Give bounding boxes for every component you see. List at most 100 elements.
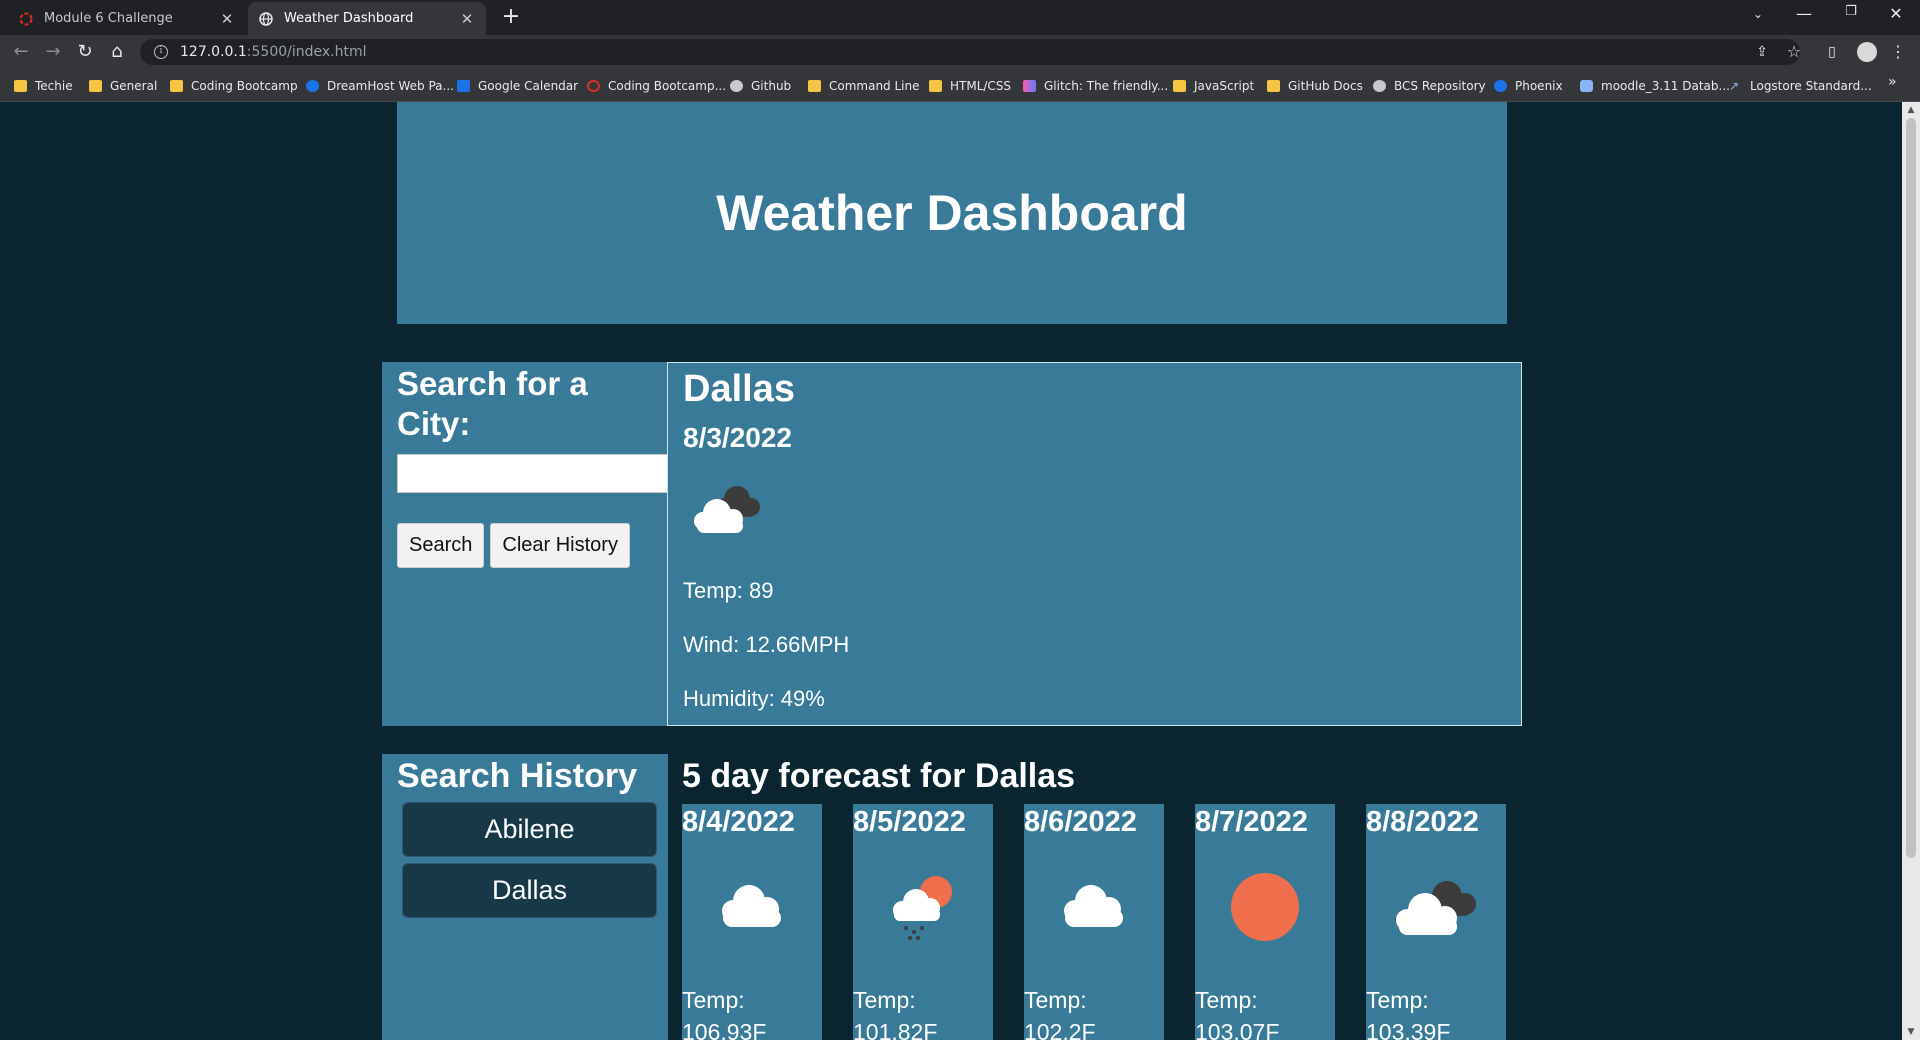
bookmarks-bar: Techie General Coding Bootcamp DreamHost…	[0, 69, 1920, 102]
bookmark-item[interactable]: Phoenix	[1494, 77, 1563, 95]
bookmark-label: JavaScript	[1194, 79, 1255, 93]
bookmark-label: Google Calendar	[478, 79, 579, 93]
share-icon[interactable]: ⇪	[1750, 40, 1774, 64]
close-icon[interactable]: ✕	[458, 10, 476, 28]
scroll-thumb[interactable]	[1906, 118, 1916, 858]
history-list: Abilene Dallas	[397, 802, 668, 918]
bookmark-label: Glitch: The friendly...	[1044, 79, 1169, 93]
info-icon[interactable]: i	[154, 45, 168, 59]
close-window-icon[interactable]: ✕	[1876, 4, 1916, 23]
bookmark-item[interactable]: BCS Repository	[1373, 77, 1486, 95]
forecast-temp: Temp: 103.39F	[1366, 987, 1451, 1040]
bookmark-item[interactable]: Coding Bootcamp	[170, 77, 298, 95]
forecast-date: 8/6/2022	[1024, 806, 1137, 838]
url-host: 127.0.0.1	[180, 44, 247, 60]
forecast-temp: Temp: 101.82F	[853, 987, 938, 1040]
bookmark-item[interactable]: General	[89, 77, 157, 95]
tab-module-6-challenge[interactable]: Module 6 Challenge ✕	[8, 2, 246, 35]
bookmark-item[interactable]: ↗ Logstore Standard...	[1729, 77, 1872, 95]
search-panel: Search for a City: Search Clear History	[382, 362, 668, 726]
bookmark-item[interactable]: JavaScript	[1173, 77, 1254, 95]
clear-history-button[interactable]: Clear History	[490, 523, 630, 568]
profile-avatar[interactable]	[1857, 42, 1877, 62]
globe-icon	[306, 80, 319, 92]
bookmark-star-icon[interactable]: ☆	[1782, 40, 1806, 64]
forecast-card: 8/4/2022 Temp: 106.93F	[682, 804, 822, 1040]
home-icon[interactable]: ⌂	[105, 40, 129, 64]
bookmark-item[interactable]: Github	[730, 77, 791, 95]
minimize-icon[interactable]: —	[1784, 4, 1824, 23]
restore-icon[interactable]: ❐	[1831, 4, 1871, 19]
forecast-date: 8/4/2022	[682, 806, 795, 838]
address-bar[interactable]: i 127.0.0.1:5500/index.html	[140, 39, 1800, 65]
current-city: Dallas	[683, 368, 795, 410]
current-weather-panel: Dallas 8/3/2022 Temp: 89 Wind: 12.66MPH …	[667, 362, 1522, 726]
bookmark-label: General	[110, 79, 158, 93]
bookmark-label: HTML/CSS	[950, 79, 1012, 93]
browser-toolbar: ← → ↻ ⌂ i 127.0.0.1:5500/index.html ⇪ ☆ …	[0, 35, 1920, 69]
globe-icon	[1494, 80, 1507, 92]
page-scrollbar[interactable]: ▲ ▼	[1902, 102, 1920, 1040]
forecast-card: 8/5/2022 Temp: 101.82F	[853, 804, 993, 1040]
folder-icon	[89, 80, 102, 92]
history-item-abilene[interactable]: Abilene	[402, 802, 657, 857]
menu-kebab-icon[interactable]: ⋮	[1886, 40, 1910, 64]
bookmark-item[interactable]: HTML/CSS	[929, 77, 1011, 95]
folder-icon	[1173, 80, 1186, 92]
page-header: Weather Dashboard	[397, 102, 1507, 324]
search-label: Search for a City:	[397, 365, 588, 442]
forecast-date: 8/5/2022	[853, 806, 966, 838]
broken-clouds-icon	[1366, 862, 1506, 952]
bookmarks-overflow-icon[interactable]: »	[1888, 74, 1897, 90]
forward-arrow-icon[interactable]: →	[41, 40, 65, 64]
folder-icon	[808, 80, 821, 92]
bookmark-item[interactable]: moodle_3.11 Datab...	[1580, 77, 1730, 95]
forecast-temp: Temp: 102.2F	[1024, 987, 1096, 1040]
history-item-dallas[interactable]: Dallas	[402, 863, 657, 918]
tab-weather-dashboard[interactable]: Weather Dashboard ✕	[248, 2, 486, 35]
bookmark-item[interactable]: Google Calendar	[457, 77, 578, 95]
bookmark-item[interactable]: Techie	[14, 77, 73, 95]
folder-icon	[1267, 80, 1280, 92]
tab-search-chevron-icon[interactable]: ⌄	[1738, 7, 1778, 21]
current-humidity: Humidity: 49%	[683, 686, 825, 711]
page-title: Weather Dashboard	[716, 185, 1188, 241]
url-path: :5500/index.html	[246, 44, 367, 60]
cloud-icon	[682, 862, 822, 952]
bookmark-label: Logstore Standard...	[1750, 79, 1872, 93]
bookmark-label: Github	[751, 79, 792, 93]
bookmark-item[interactable]: DreamHost Web Pa...	[306, 77, 454, 95]
current-temp: Temp: 89	[683, 578, 774, 603]
database-icon	[1580, 80, 1593, 92]
folder-icon	[14, 80, 27, 92]
ring-icon	[18, 11, 34, 27]
reload-icon[interactable]: ↻	[73, 40, 97, 64]
calendar-icon	[457, 80, 470, 92]
cloud-icon	[1024, 862, 1164, 952]
bookmark-item[interactable]: GitHub Docs	[1267, 77, 1363, 95]
side-panel-icon[interactable]: ▯	[1820, 40, 1844, 64]
forecast-temp: Temp: 103.07F	[1195, 987, 1280, 1040]
bookmark-label: BCS Repository	[1394, 79, 1486, 93]
close-icon[interactable]: ✕	[218, 10, 236, 28]
bookmark-label: moodle_3.11 Datab...	[1601, 79, 1730, 93]
forecast-temp: Temp: 106.93F	[682, 987, 767, 1040]
tab-title: Module 6 Challenge	[44, 11, 173, 26]
new-tab-plus-icon[interactable]: +	[499, 5, 523, 29]
forecast-card: 8/7/2022 Temp: 103.07F	[1195, 804, 1335, 1040]
bookmark-label: Phoenix	[1515, 79, 1563, 93]
bookmark-item[interactable]: Command Line	[808, 77, 920, 95]
forecast-date: 8/7/2022	[1195, 806, 1308, 838]
bookmark-item[interactable]: Glitch: The friendly...	[1023, 77, 1168, 95]
search-history-title: Search History	[397, 757, 637, 795]
scroll-down-arrow-icon[interactable]: ▼	[1906, 1027, 1916, 1037]
bookmark-item[interactable]: Coding Bootcamp...	[587, 77, 726, 95]
city-search-input[interactable]	[397, 454, 668, 493]
bookmark-label: Command Line	[829, 79, 920, 93]
search-button[interactable]: Search	[397, 523, 485, 568]
bookmark-label: Techie	[35, 79, 73, 93]
forecast-card: 8/6/2022 Temp: 102.2F	[1024, 804, 1164, 1040]
folder-icon	[929, 80, 942, 92]
back-arrow-icon[interactable]: ←	[9, 40, 33, 64]
scroll-up-arrow-icon[interactable]: ▲	[1906, 105, 1916, 115]
